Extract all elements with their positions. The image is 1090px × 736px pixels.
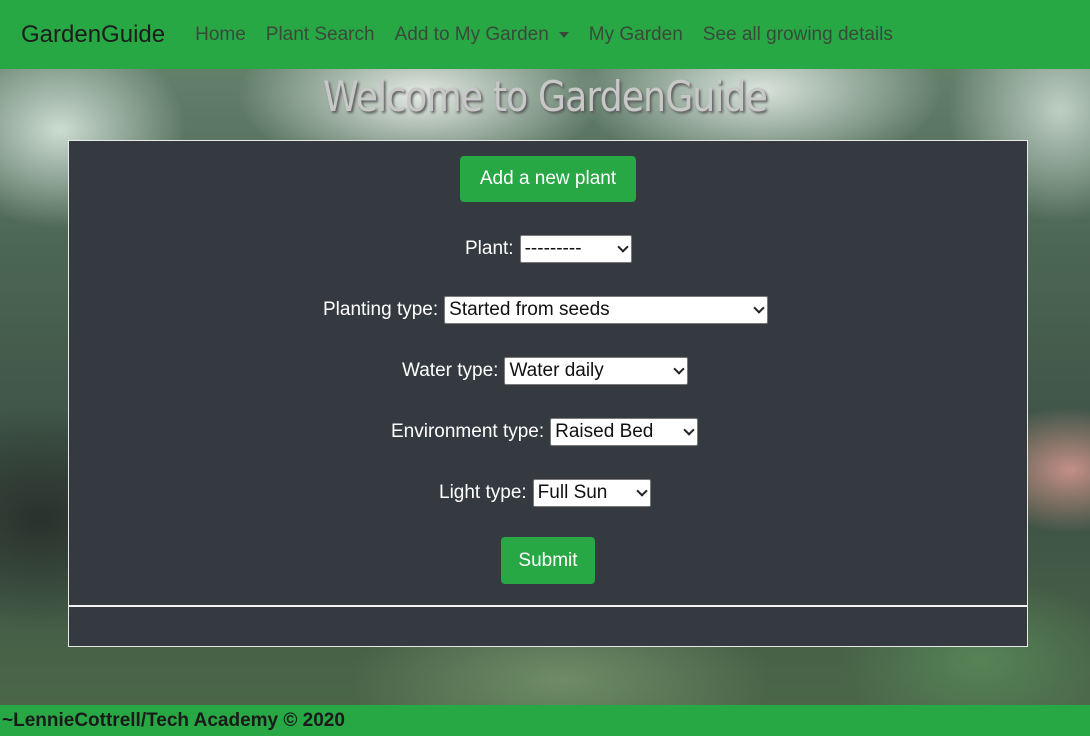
environment-type-select-value: Raised Bed [555, 421, 654, 442]
chevron-down-icon [636, 485, 648, 497]
light-type-select[interactable]: Full Sun [532, 479, 651, 507]
nav-plant-search[interactable]: Plant Search [266, 24, 375, 46]
light-type-row: Light type: Full Sun [439, 478, 651, 508]
page-title: Welcome to GardenGuide [323, 72, 768, 121]
nav-home[interactable]: Home [195, 24, 246, 46]
plant-row: Plant: --------- [465, 234, 632, 264]
chevron-down-icon [753, 302, 765, 314]
nav-growing-details[interactable]: See all growing details [703, 24, 893, 46]
plant-select-value: --------- [524, 238, 582, 259]
nav-add-to-my-garden-label: Add to My Garden [394, 23, 549, 45]
footer: ~LennieCottrell/Tech Academy © 2020 [0, 705, 1090, 736]
water-type-select-value: Water daily [509, 360, 604, 381]
water-type-row: Water type: Water daily [402, 356, 689, 386]
nav-my-garden[interactable]: My Garden [589, 24, 683, 46]
navbar: GardenGuide Home Plant Search Add to My … [0, 0, 1090, 69]
planting-type-select[interactable]: Started from seeds [444, 296, 769, 324]
add-new-plant-button[interactable]: Add a new plant [460, 156, 636, 202]
planting-type-row: Planting type: Started from seeds [323, 295, 769, 325]
environment-type-label: Environment type: [391, 421, 545, 442]
water-type-label: Water type: [402, 360, 499, 381]
caret-down-icon [558, 31, 569, 38]
chevron-down-icon [673, 363, 686, 375]
brand-link[interactable]: GardenGuide [21, 21, 165, 49]
plant-label: Plant: [465, 238, 514, 259]
add-plant-panel: Add a new plant Plant: --------- Plantin… [68, 140, 1028, 647]
chevron-down-icon [683, 424, 695, 436]
submit-button[interactable]: Submit [501, 537, 595, 584]
plant-select[interactable]: --------- [519, 235, 632, 263]
water-type-select[interactable]: Water daily [504, 357, 689, 385]
environment-type-row: Environment type: Raised Bed [391, 417, 699, 447]
divider [69, 605, 1027, 607]
chevron-down-icon [616, 241, 629, 253]
environment-type-select[interactable]: Raised Bed [550, 418, 699, 446]
planting-type-label: Planting type: [323, 299, 439, 320]
planting-type-select-value: Started from seeds [449, 299, 610, 320]
light-type-select-value: Full Sun [537, 482, 608, 503]
footer-text: ~LennieCottrell/Tech Academy © 2020 [2, 709, 345, 731]
light-type-label: Light type: [439, 482, 527, 503]
nav-add-to-my-garden[interactable]: Add to My Garden [395, 24, 569, 46]
